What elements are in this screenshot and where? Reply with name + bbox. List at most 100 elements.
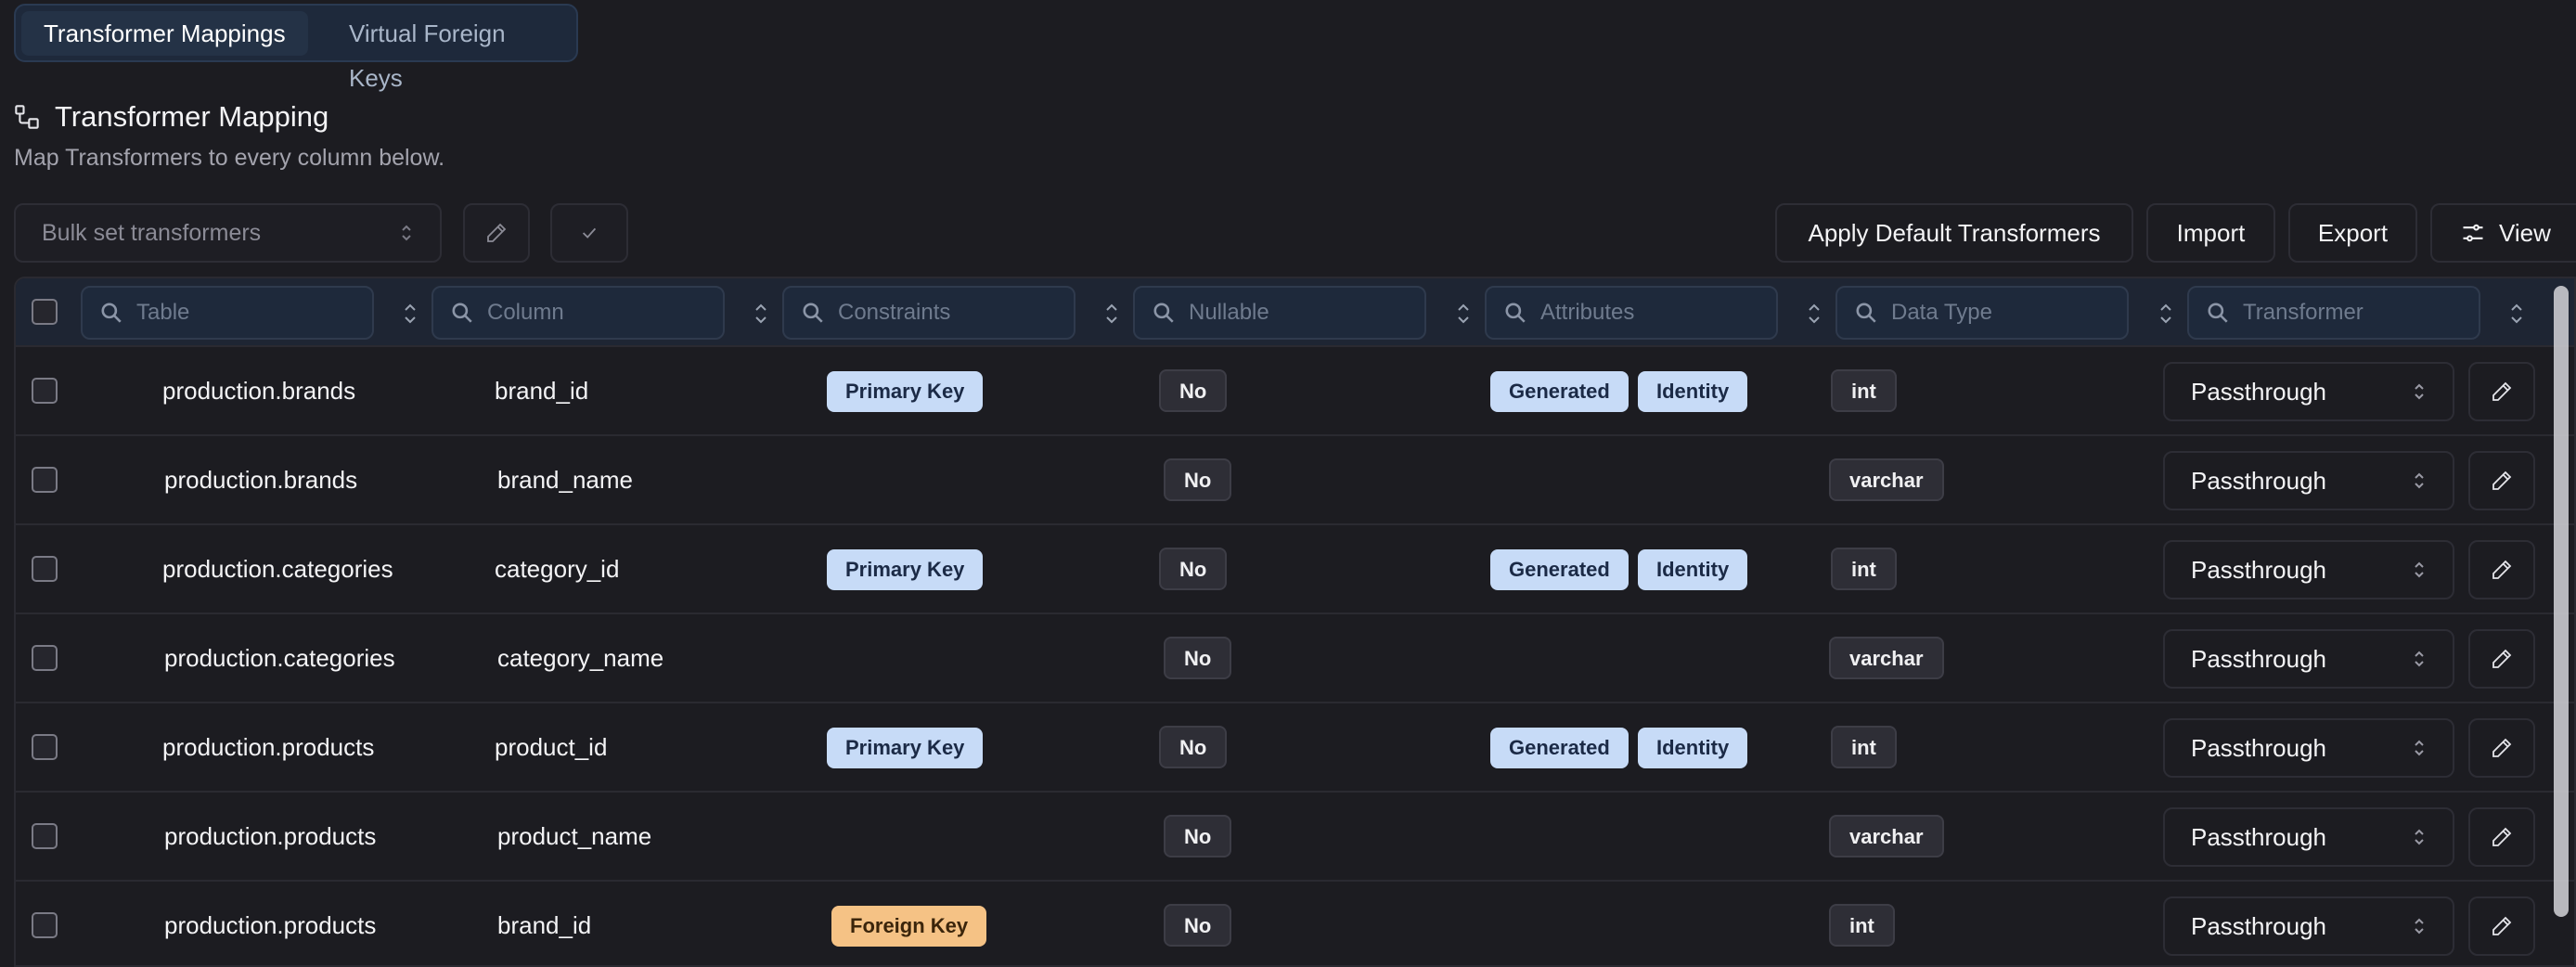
edit-transformer-button[interactable]: [2468, 540, 2535, 600]
tab-transformer-mappings[interactable]: Transformer Mappings: [21, 11, 308, 56]
row-checkbox[interactable]: [32, 823, 58, 849]
view-options-button[interactable]: View: [2430, 203, 2576, 263]
constraint-badge: Primary Key: [827, 728, 984, 768]
transformer-select[interactable]: Passthrough: [2163, 629, 2454, 689]
attributes-filter-input[interactable]: Attributes: [1485, 286, 1778, 340]
edit-transformer-button[interactable]: [2468, 896, 2535, 956]
nullable-filter-placeholder: Nullable: [1189, 300, 1269, 325]
bulk-transformer-select[interactable]: Bulk set transformers: [14, 203, 442, 263]
row-checkbox[interactable]: [32, 645, 58, 671]
chevron-up-down-icon: [2415, 561, 2424, 578]
chevron-up-down-icon: [2415, 740, 2424, 756]
pencil-icon: [487, 223, 507, 242]
transformer-value: Passthrough: [2191, 733, 2326, 762]
check-icon: [582, 227, 597, 239]
import-button[interactable]: Import: [2146, 203, 2275, 263]
table-name: production.categories: [162, 555, 393, 583]
attribute-badge: Generated: [1490, 549, 1629, 590]
transformer-value: Passthrough: [2191, 466, 2326, 495]
row-checkbox[interactable]: [32, 467, 58, 493]
sort-transformer-icon[interactable]: [2508, 301, 2525, 327]
chevron-up-down-icon: [402, 225, 411, 241]
nullable-badge: No: [1159, 726, 1228, 768]
table-scrollbar[interactable]: [2554, 286, 2569, 917]
chevron-up-down-icon: [2415, 383, 2424, 400]
column-name: product_id: [495, 733, 608, 761]
nullable-badge: No: [1164, 904, 1232, 947]
page-title: Transformer Mapping: [55, 100, 329, 133]
select-all-checkbox[interactable]: [32, 299, 58, 325]
row-checkbox[interactable]: [32, 734, 58, 760]
bulk-edit-button[interactable]: [463, 203, 530, 263]
table-filter-input[interactable]: Table: [81, 286, 374, 340]
edit-transformer-button[interactable]: [2468, 718, 2535, 778]
pencil-icon: [2492, 916, 2512, 935]
transformer-select[interactable]: Passthrough: [2163, 362, 2454, 421]
row-checkbox[interactable]: [32, 912, 58, 938]
table-row: production.categories category_name No v…: [16, 614, 2574, 703]
constraint-badge: Foreign Key: [831, 906, 987, 947]
transformer-value: Passthrough: [2191, 822, 2326, 851]
bulk-apply-button[interactable]: [550, 203, 628, 263]
attributes-filter-placeholder: Attributes: [1540, 300, 1635, 325]
column-name: category_name: [497, 644, 664, 672]
table-row: production.products brand_id Foreign Key…: [16, 882, 2574, 965]
column-name: brand_name: [497, 466, 633, 494]
sort-nullable-icon[interactable]: [1455, 301, 1472, 327]
data-type-badge: int: [1829, 904, 1895, 947]
export-button[interactable]: Export: [2288, 203, 2417, 263]
edit-transformer-button[interactable]: [2468, 629, 2535, 689]
transformer-mapping-table: Table Column Constraints Nullable Attrib…: [14, 277, 2576, 967]
chevron-up-down-icon: [2415, 829, 2424, 845]
transformer-select[interactable]: Passthrough: [2163, 451, 2454, 510]
data-type-badge: int: [1831, 726, 1897, 768]
data-type-filter-placeholder: Data Type: [1891, 300, 1992, 325]
column-name: brand_id: [495, 377, 589, 405]
sort-column-icon[interactable]: [753, 301, 769, 327]
transformer-filter-input[interactable]: Transformer: [2187, 286, 2480, 340]
attribute-badge: Identity: [1638, 549, 1748, 590]
data-type-filter-input[interactable]: Data Type: [1835, 286, 2129, 340]
edit-transformer-button[interactable]: [2468, 451, 2535, 510]
chevron-up-down-icon: [2415, 651, 2424, 667]
row-checkbox[interactable]: [32, 378, 58, 404]
view-label: View: [2499, 218, 2551, 247]
data-type-badge: int: [1831, 548, 1897, 590]
chevron-up-down-icon: [2415, 918, 2424, 935]
nullable-badge: No: [1164, 815, 1232, 857]
sort-attributes-icon[interactable]: [1806, 301, 1823, 327]
transformer-value: Passthrough: [2191, 377, 2326, 406]
column-filter-input[interactable]: Column: [431, 286, 725, 340]
transformer-filter-placeholder: Transformer: [2243, 300, 2363, 325]
constraints-filter-placeholder: Constraints: [838, 300, 951, 325]
transformer-select[interactable]: Passthrough: [2163, 540, 2454, 600]
table-name: production.products: [164, 822, 377, 850]
search-icon: [452, 303, 472, 323]
sort-data-type-icon[interactable]: [2157, 301, 2174, 327]
search-icon: [1505, 303, 1526, 323]
apply-default-transformers-button[interactable]: Apply Default Transformers: [1775, 203, 2133, 263]
pencil-icon: [2492, 560, 2512, 579]
edit-transformer-button[interactable]: [2468, 807, 2535, 867]
schema-icon: [15, 105, 39, 129]
transformer-select[interactable]: Passthrough: [2163, 807, 2454, 867]
table-name: production.brands: [164, 466, 358, 494]
tab-virtual-foreign-keys[interactable]: Virtual Foreign Keys: [327, 11, 576, 92]
chevron-up-down-icon: [2415, 472, 2424, 489]
row-checkbox[interactable]: [32, 556, 58, 582]
data-type-badge: varchar: [1829, 815, 1944, 857]
bulk-select-placeholder: Bulk set transformers: [42, 219, 262, 246]
nullable-filter-input[interactable]: Nullable: [1133, 286, 1426, 340]
column-name: category_id: [495, 555, 620, 583]
table-name: production.products: [162, 733, 375, 761]
sort-table-icon[interactable]: [402, 301, 419, 327]
constraint-badge: Primary Key: [827, 549, 984, 590]
transformer-select[interactable]: Passthrough: [2163, 896, 2454, 956]
attribute-badge: Identity: [1638, 371, 1748, 412]
constraints-filter-input[interactable]: Constraints: [782, 286, 1075, 340]
sort-constraints-icon[interactable]: [1103, 301, 1120, 327]
transformer-select[interactable]: Passthrough: [2163, 718, 2454, 778]
nullable-badge: No: [1164, 637, 1232, 679]
nullable-badge: No: [1164, 458, 1232, 501]
edit-transformer-button[interactable]: [2468, 362, 2535, 421]
